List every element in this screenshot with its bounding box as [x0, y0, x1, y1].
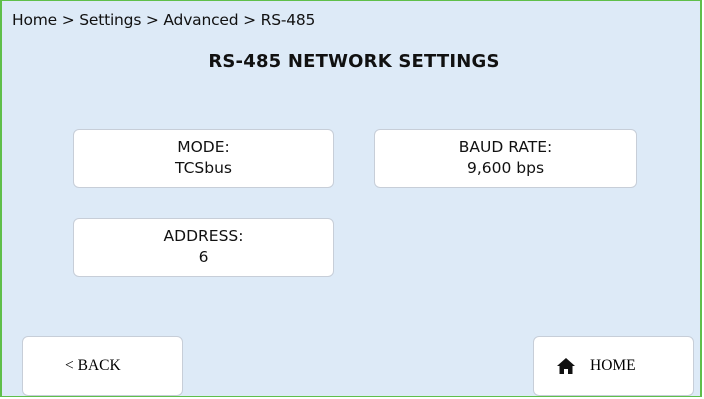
home-button[interactable]: HOME [533, 336, 694, 396]
mode-value: TCSbus [175, 159, 232, 177]
address-value: 6 [198, 248, 209, 266]
address-setting-button[interactable]: ADDRESS: 6 [73, 218, 334, 277]
back-button[interactable]: < BACK [22, 336, 183, 396]
baud-rate-value: 9,600 bps [466, 159, 545, 177]
page-title: RS-485 NETWORK SETTINGS [208, 51, 500, 72]
back-button-label: < BACK [65, 357, 121, 374]
baud-rate-label: BAUD RATE: [458, 138, 553, 156]
baud-rate-setting-button[interactable]: BAUD RATE: 9,600 bps [374, 129, 637, 188]
mode-label: MODE: [177, 138, 230, 156]
home-icon [557, 358, 575, 374]
mode-setting-button[interactable]: MODE: TCSbus [73, 129, 334, 188]
breadcrumb[interactable]: Home > Settings > Advanced > RS-485 [12, 11, 315, 29]
address-label: ADDRESS: [163, 227, 244, 245]
home-button-label: HOME [590, 357, 636, 374]
